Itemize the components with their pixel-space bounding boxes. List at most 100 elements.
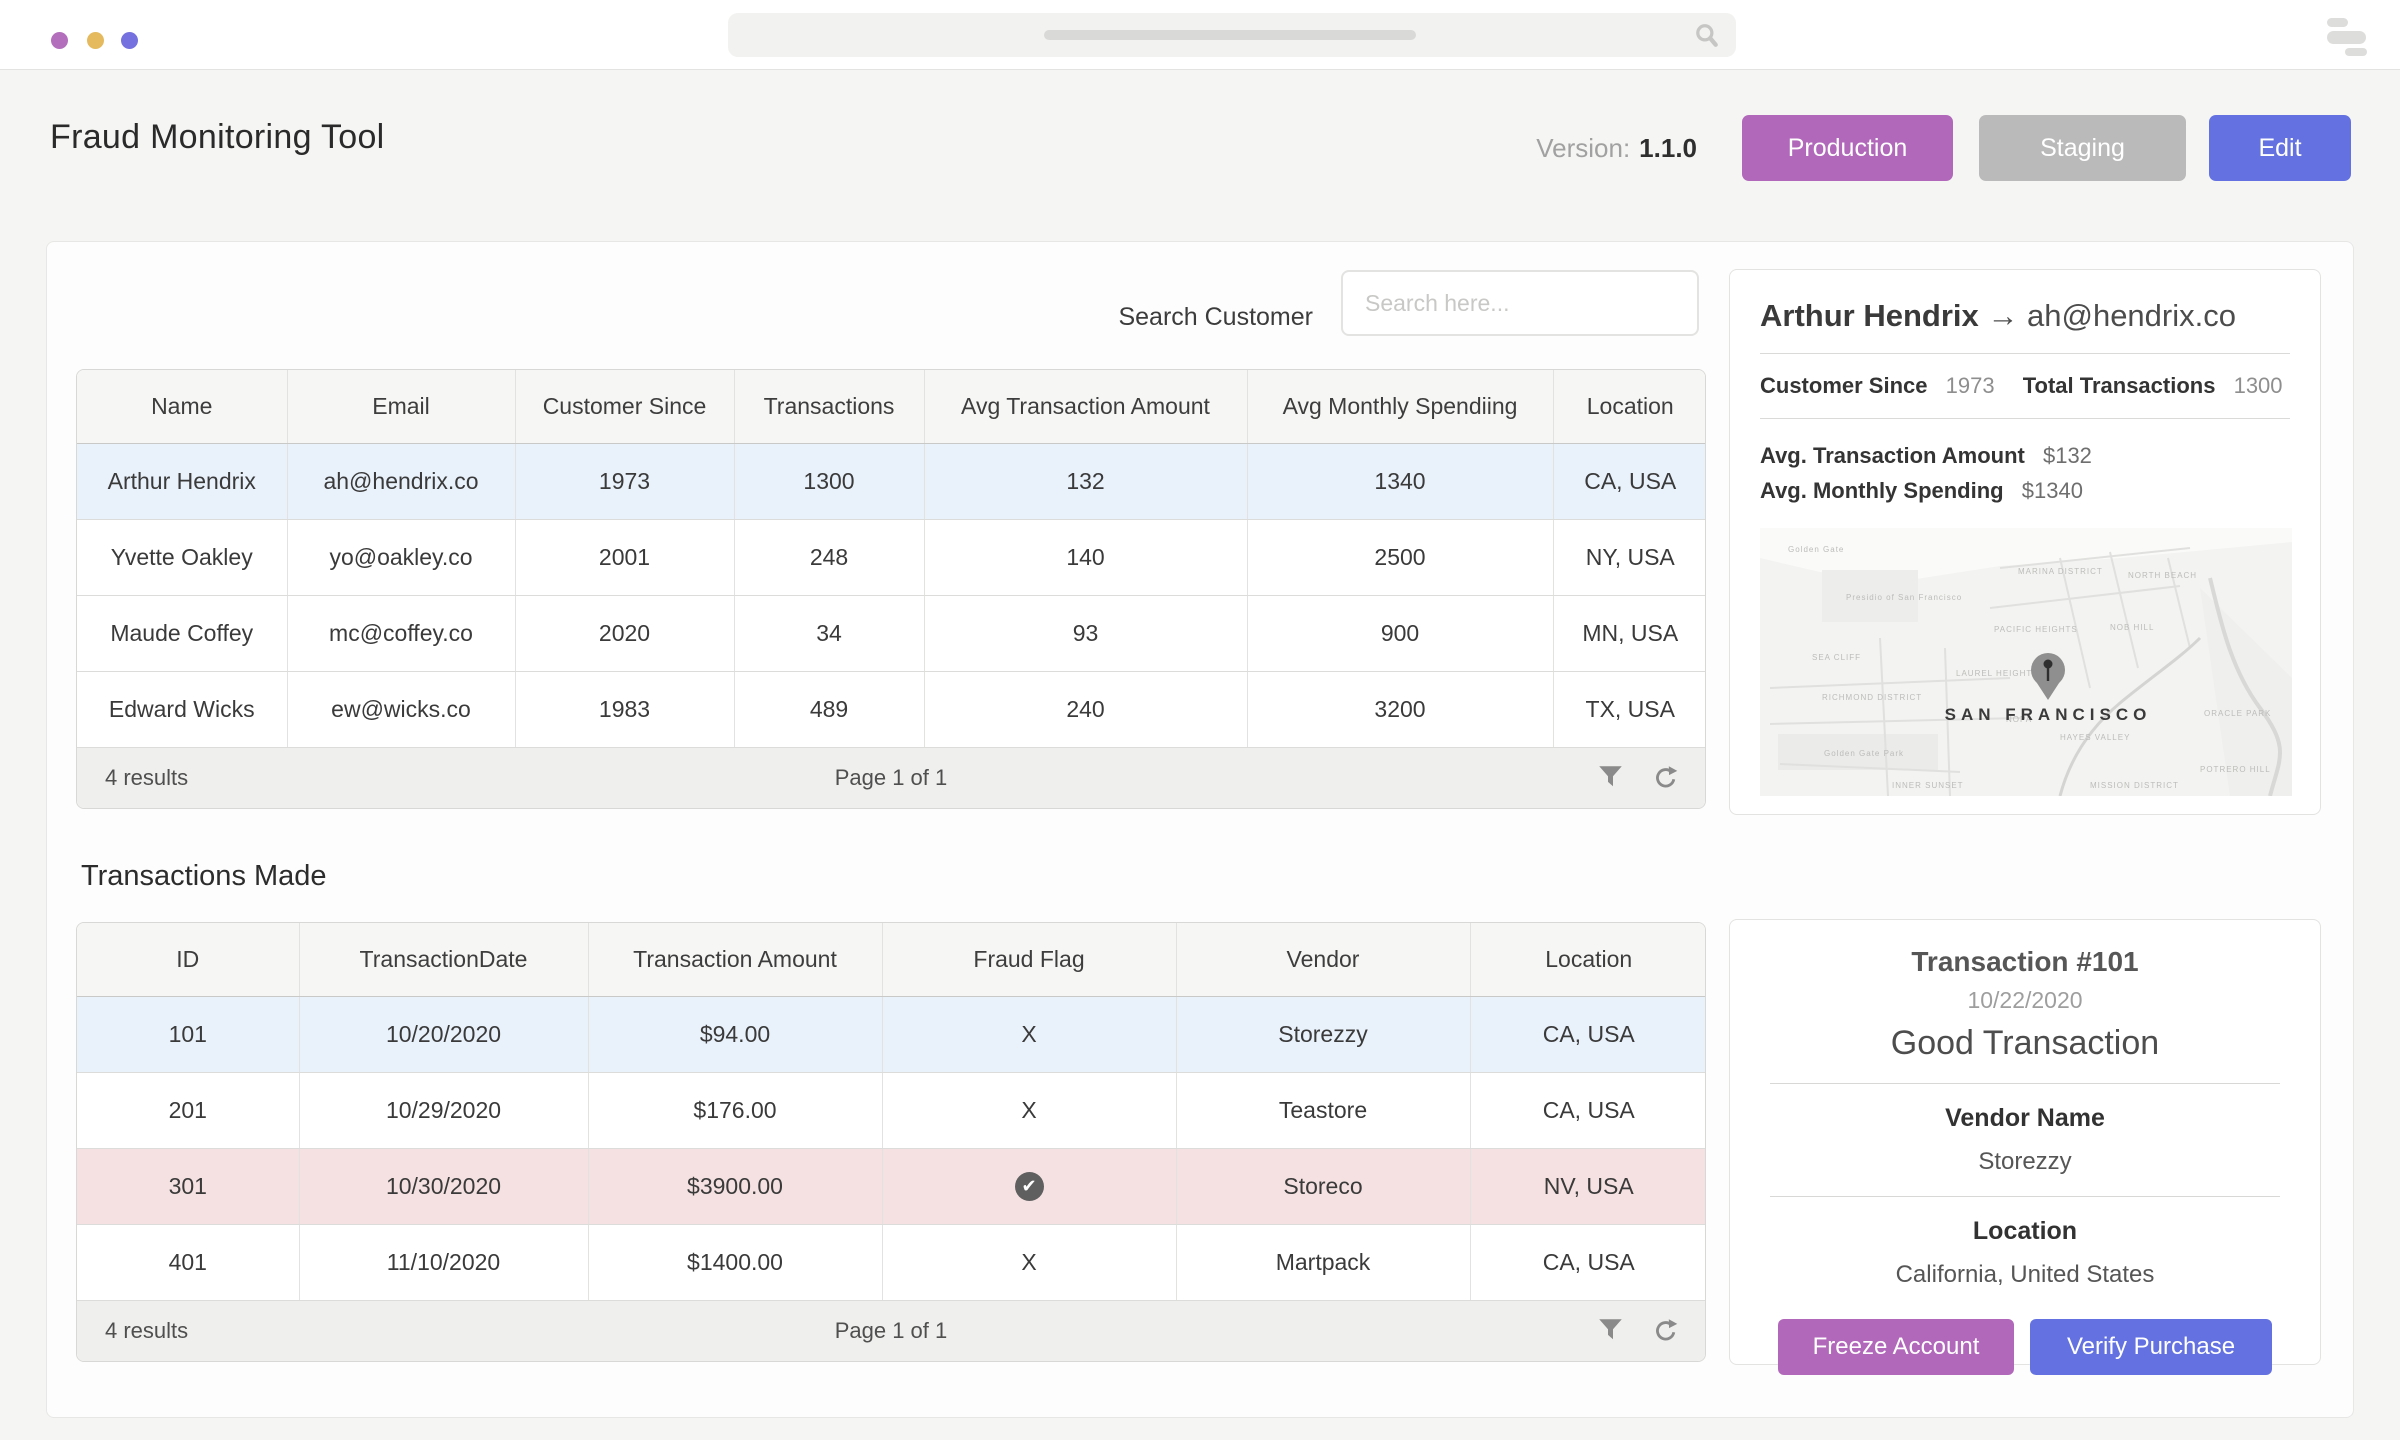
customers-table-footer: 4 results Page 1 of 1 bbox=[77, 748, 1705, 808]
total-transactions-value: 1300 bbox=[2234, 373, 2283, 398]
table-cell: ew@wicks.co bbox=[287, 671, 515, 747]
transaction-row[interactable]: 401 11/10/2020 $1400.00 X Martpack CA, U… bbox=[77, 1224, 1706, 1300]
table-cell: $94.00 bbox=[588, 996, 882, 1072]
table-cell: 11/10/2020 bbox=[299, 1224, 588, 1300]
table-cell: 1340 bbox=[1247, 443, 1553, 519]
customer-location-map: Golden Gate Presidio of San Francisco SE… bbox=[1760, 528, 2292, 796]
table-cell: 240 bbox=[924, 671, 1247, 747]
search-icon[interactable] bbox=[1694, 22, 1720, 48]
customer-row[interactable]: Yvette Oakley yo@oakley.co 2001 248 140 … bbox=[77, 519, 1706, 595]
customer-name: Arthur Hendrix bbox=[1760, 298, 1979, 333]
vendor-name-value: Storezzy bbox=[1764, 1148, 2286, 1176]
customer-detail-panel: Arthur Hendrix → ah@hendrix.co Customer … bbox=[1729, 269, 2321, 815]
table-cell: 201 bbox=[77, 1072, 299, 1148]
map-label: MARINA DISTRICT bbox=[2018, 567, 2103, 576]
freeze-account-button[interactable]: Freeze Account bbox=[1778, 1319, 2014, 1375]
location-value: California, United States bbox=[1764, 1261, 2286, 1289]
column-header: Location bbox=[1470, 923, 1706, 996]
customer-row-selected[interactable]: Arthur Hendrix ah@hendrix.co 1973 1300 1… bbox=[77, 443, 1706, 519]
transaction-row-flagged[interactable]: 301 10/30/2020 $3900.00 ✔ Storeco NV, US… bbox=[77, 1148, 1706, 1224]
column-header: Transaction Amount bbox=[588, 923, 882, 996]
browser-menu-icon[interactable] bbox=[2327, 18, 2367, 56]
map-label: LAUREL HEIGHTS bbox=[1956, 669, 2039, 678]
search-customer-label: Search Customer bbox=[1007, 303, 1313, 332]
map-city-label: SAN FRANCISCO bbox=[1945, 705, 2152, 724]
divider bbox=[1770, 1196, 2280, 1197]
column-header: Fraud Flag bbox=[882, 923, 1176, 996]
avg-monthly-value: $1340 bbox=[2022, 478, 2083, 503]
table-cell: 248 bbox=[734, 519, 924, 595]
map-label: Golden Gate Park bbox=[1824, 749, 1904, 758]
map-label: MISSION DISTRICT bbox=[2090, 781, 2179, 790]
table-cell: 101 bbox=[77, 996, 299, 1072]
address-placeholder-bar bbox=[1044, 30, 1416, 40]
production-button[interactable]: Production bbox=[1742, 115, 1953, 181]
table-cell: ah@hendrix.co bbox=[287, 443, 515, 519]
map-label: NOB HILL bbox=[2110, 623, 2154, 632]
transactions-table-footer: 4 results Page 1 of 1 bbox=[77, 1301, 1705, 1361]
search-customer-input[interactable] bbox=[1341, 270, 1699, 336]
customer-row[interactable]: Edward Wicks ew@wicks.co 1983 489 240 32… bbox=[77, 671, 1706, 747]
table-cell: 301 bbox=[77, 1148, 299, 1224]
column-header: Email bbox=[287, 370, 515, 443]
transactions-heading: Transactions Made bbox=[81, 860, 327, 893]
table-cell: $176.00 bbox=[588, 1072, 882, 1148]
table-cell: CA, USA bbox=[1553, 443, 1706, 519]
arrow-right-icon: → bbox=[1987, 298, 2018, 333]
column-header: TransactionDate bbox=[299, 923, 588, 996]
column-header: Customer Since bbox=[515, 370, 734, 443]
column-header: Avg Transaction Amount bbox=[924, 370, 1247, 443]
avg-transaction-value: $132 bbox=[2043, 443, 2092, 468]
window-control-dot-1[interactable] bbox=[51, 32, 68, 49]
edit-button[interactable]: Edit bbox=[2209, 115, 2351, 181]
map-label: HAYES VALLEY bbox=[2060, 733, 2130, 742]
table-cell: Yvette Oakley bbox=[77, 519, 287, 595]
column-header: Transactions bbox=[734, 370, 924, 443]
browser-address-bar[interactable] bbox=[728, 13, 1736, 57]
transactions-table: ID TransactionDate Transaction Amount Fr… bbox=[76, 922, 1706, 1362]
filter-icon[interactable] bbox=[1598, 1318, 1623, 1343]
transaction-row-selected[interactable]: 101 10/20/2020 $94.00 X Storezzy CA, USA bbox=[77, 996, 1706, 1072]
verify-purchase-button[interactable]: Verify Purchase bbox=[2030, 1319, 2272, 1375]
table-cell: 900 bbox=[1247, 595, 1553, 671]
transaction-row[interactable]: 201 10/29/2020 $176.00 X Teastore CA, US… bbox=[77, 1072, 1706, 1148]
table-cell: CA, USA bbox=[1470, 1224, 1706, 1300]
table-cell: NV, USA bbox=[1470, 1148, 1706, 1224]
map-label: Presidio of San Francisco bbox=[1846, 593, 1962, 602]
table-cell: mc@coffey.co bbox=[287, 595, 515, 671]
table-cell: Storezzy bbox=[1176, 996, 1470, 1072]
table-cell: 10/30/2020 bbox=[299, 1148, 588, 1224]
table-cell: 34 bbox=[734, 595, 924, 671]
fraud-flag-cell: X bbox=[882, 1224, 1176, 1300]
table-cell: Martpack bbox=[1176, 1224, 1470, 1300]
table-cell: Maude Coffey bbox=[77, 595, 287, 671]
table-cell: 2001 bbox=[515, 519, 734, 595]
table-cell: TX, USA bbox=[1553, 671, 1706, 747]
table-cell: 132 bbox=[924, 443, 1247, 519]
refresh-icon[interactable] bbox=[1653, 765, 1679, 791]
window-control-dot-2[interactable] bbox=[87, 32, 104, 49]
table-cell: 2500 bbox=[1247, 519, 1553, 595]
version-value: 1.1.0 bbox=[1639, 133, 1697, 164]
customer-email: ah@hendrix.co bbox=[2027, 298, 2236, 333]
table-cell: 1983 bbox=[515, 671, 734, 747]
transaction-title: Transaction #101 bbox=[1764, 946, 2286, 978]
filter-icon[interactable] bbox=[1598, 765, 1623, 790]
table-cell: 10/20/2020 bbox=[299, 996, 588, 1072]
map-label: RICHMOND DISTRICT bbox=[1822, 693, 1922, 702]
customer-row[interactable]: Maude Coffey mc@coffey.co 2020 34 93 900… bbox=[77, 595, 1706, 671]
table-cell: Edward Wicks bbox=[77, 671, 287, 747]
table-cell: 489 bbox=[734, 671, 924, 747]
transactions-header-row: ID TransactionDate Transaction Amount Fr… bbox=[77, 923, 1706, 996]
table-cell: CA, USA bbox=[1470, 1072, 1706, 1148]
column-header: Vendor bbox=[1176, 923, 1470, 996]
header-actions: Version: 1.1.0 Production Staging Edit bbox=[1536, 115, 2351, 181]
transaction-detail-panel: Transaction #101 10/22/2020 Good Transac… bbox=[1729, 919, 2321, 1365]
total-transactions-label: Total Transactions bbox=[2023, 373, 2216, 398]
refresh-icon[interactable] bbox=[1653, 1318, 1679, 1344]
staging-button[interactable]: Staging bbox=[1979, 115, 2186, 181]
window-control-dot-3[interactable] bbox=[121, 32, 138, 49]
table-cell: 1300 bbox=[734, 443, 924, 519]
vendor-name-label: Vendor Name bbox=[1764, 1104, 2286, 1133]
version-label: Version: bbox=[1536, 133, 1630, 164]
